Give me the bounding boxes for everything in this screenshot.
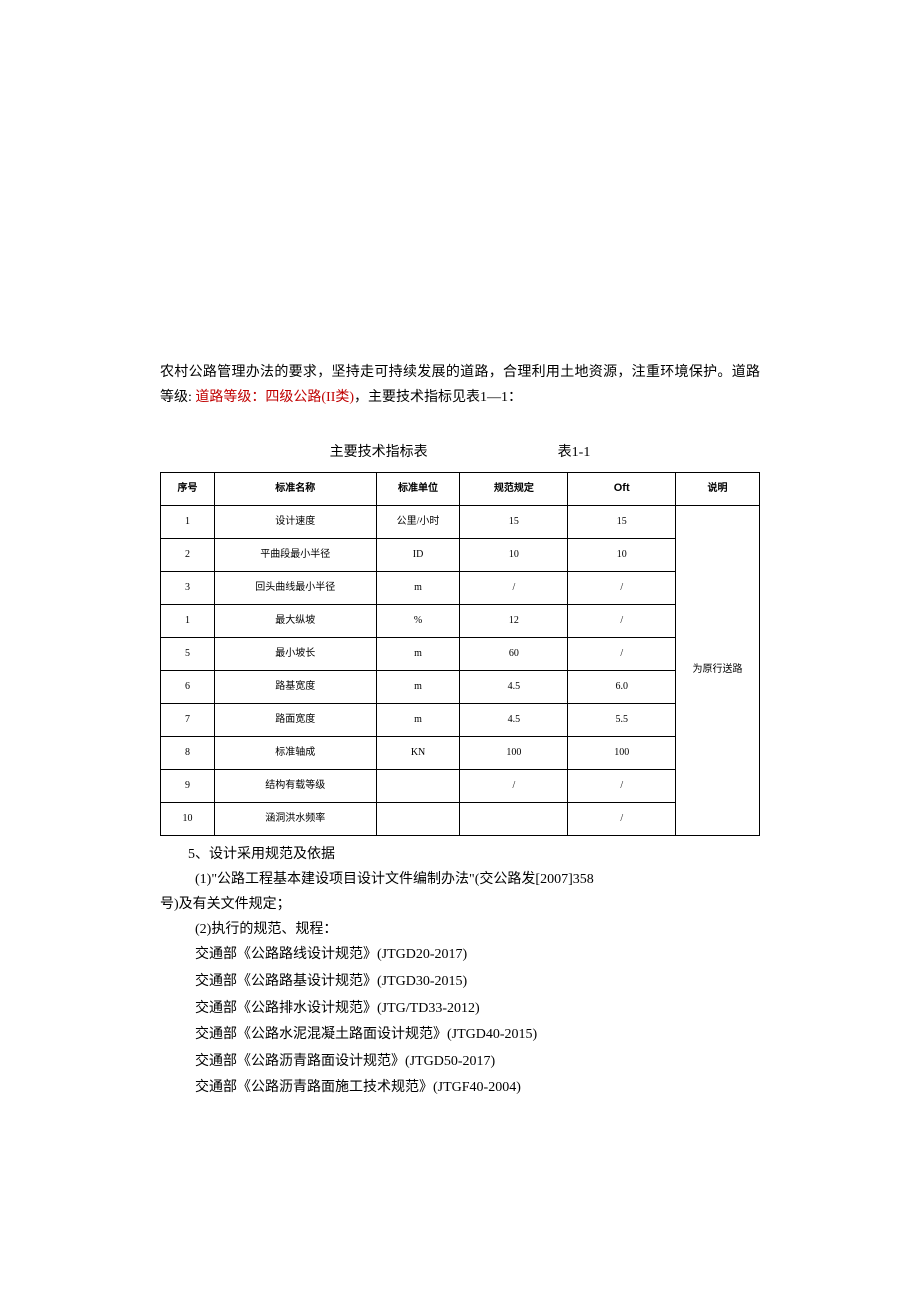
section-5-item2: (2)执行的规范、规程： bbox=[160, 917, 760, 942]
spec-item: 交通部《公路沥青路面施工技术规范》(JTGF40-2004) bbox=[195, 1075, 760, 1102]
table-title: 主要技术指标表 bbox=[330, 440, 428, 465]
cell-name: 最大纵坡 bbox=[214, 604, 376, 637]
th-name: 标准名称 bbox=[214, 472, 376, 505]
cell-unit: KN bbox=[376, 736, 460, 769]
cell-seq: 10 bbox=[161, 802, 215, 835]
cell-oft: / bbox=[568, 604, 676, 637]
intro-part2: ，主要技术指标见表1—1： bbox=[354, 390, 522, 405]
spec-item: 交通部《公路沥青路面设计规范》(JTGD50-2017) bbox=[195, 1049, 760, 1076]
table-row: 1 最大纵坡 % 12 / bbox=[161, 604, 760, 637]
table-number: 表1-1 bbox=[558, 440, 591, 465]
spec-item: 交通部《公路路线设计规范》(JTGD20-2017) bbox=[195, 942, 760, 969]
intro-red-text: 道路等级：四级公路(II类) bbox=[195, 390, 354, 405]
cell-unit bbox=[376, 802, 460, 835]
spec-list: 交通部《公路路线设计规范》(JTGD20-2017) 交通部《公路路基设计规范》… bbox=[160, 942, 760, 1102]
cell-unit bbox=[376, 769, 460, 802]
cell-seq: 1 bbox=[161, 505, 215, 538]
cell-name: 平曲段最小半径 bbox=[214, 538, 376, 571]
cell-name: 路面宽度 bbox=[214, 703, 376, 736]
cell-seq: 1 bbox=[161, 604, 215, 637]
cell-oft: 15 bbox=[568, 505, 676, 538]
cell-oft: 100 bbox=[568, 736, 676, 769]
cell-name: 最小坡长 bbox=[214, 637, 376, 670]
table-row: 5 最小坡长 m 60 / bbox=[161, 637, 760, 670]
cell-note-merged: 为原行送路 bbox=[676, 505, 760, 835]
cell-name: 标准轴成 bbox=[214, 736, 376, 769]
cell-unit: m bbox=[376, 571, 460, 604]
table-row: 7 路面宽度 m 4.5 5.5 bbox=[161, 703, 760, 736]
cell-spec: 60 bbox=[460, 637, 568, 670]
cell-seq: 9 bbox=[161, 769, 215, 802]
cell-oft: / bbox=[568, 802, 676, 835]
th-seq: 序号 bbox=[161, 472, 215, 505]
cell-unit: % bbox=[376, 604, 460, 637]
cell-seq: 8 bbox=[161, 736, 215, 769]
table-row: 2 平曲段最小半径 ID 10 10 bbox=[161, 538, 760, 571]
cell-seq: 2 bbox=[161, 538, 215, 571]
cell-oft: 6.0 bbox=[568, 670, 676, 703]
cell-seq: 5 bbox=[161, 637, 215, 670]
cell-unit: m bbox=[376, 637, 460, 670]
cell-spec: 4.5 bbox=[460, 670, 568, 703]
cell-spec: 15 bbox=[460, 505, 568, 538]
spec-item: 交通部《公路路基设计规范》(JTGD30-2015) bbox=[195, 969, 760, 996]
section-5-title: 5、设计采用规范及依据 bbox=[160, 842, 760, 867]
section-5-item1-line1: (1)"公路工程基本建设项目设计文件编制办法"(交公路发[2007]358 bbox=[160, 867, 760, 892]
cell-unit: m bbox=[376, 670, 460, 703]
section-5-item1-line2: 号)及有关文件规定； bbox=[160, 892, 760, 917]
table-row: 9 结构有载等级 / / bbox=[161, 769, 760, 802]
cell-spec: 12 bbox=[460, 604, 568, 637]
cell-unit: 公里/小时 bbox=[376, 505, 460, 538]
cell-spec: 100 bbox=[460, 736, 568, 769]
th-oft: Oft bbox=[568, 472, 676, 505]
cell-oft: / bbox=[568, 571, 676, 604]
table-row: 8 标准轴成 KN 100 100 bbox=[161, 736, 760, 769]
spec-item: 交通部《公路排水设计规范》(JTG/TD33-2012) bbox=[195, 996, 760, 1023]
cell-spec bbox=[460, 802, 568, 835]
cell-oft: 10 bbox=[568, 538, 676, 571]
cell-seq: 3 bbox=[161, 571, 215, 604]
cell-oft: / bbox=[568, 769, 676, 802]
th-spec: 规范规定 bbox=[460, 472, 568, 505]
table-header-row: 序号 标准名称 标准单位 规范规定 Oft 说明 bbox=[161, 472, 760, 505]
cell-name: 回头曲线最小半径 bbox=[214, 571, 376, 604]
cell-oft: / bbox=[568, 637, 676, 670]
th-note: 说明 bbox=[676, 472, 760, 505]
cell-spec: / bbox=[460, 571, 568, 604]
table-row: 6 路基宽度 m 4.5 6.0 bbox=[161, 670, 760, 703]
table-row: 10 涵洞洪水频率 / bbox=[161, 802, 760, 835]
intro-paragraph: 农村公路管理办法的要求，坚持走可持续发展的道路，合理利用土地资源，注重环境保护。… bbox=[160, 360, 760, 410]
cell-seq: 6 bbox=[161, 670, 215, 703]
cell-spec: 10 bbox=[460, 538, 568, 571]
cell-seq: 7 bbox=[161, 703, 215, 736]
spec-table: 序号 标准名称 标准单位 规范规定 Oft 说明 1 设计速度 公里/小时 15… bbox=[160, 472, 760, 836]
table-title-row: 主要技术指标表 表1-1 bbox=[160, 440, 760, 465]
cell-oft: 5.5 bbox=[568, 703, 676, 736]
cell-unit: m bbox=[376, 703, 460, 736]
cell-spec: / bbox=[460, 769, 568, 802]
cell-name: 路基宽度 bbox=[214, 670, 376, 703]
spec-item: 交通部《公路水泥混凝土路面设计规范》(JTGD40-2015) bbox=[195, 1022, 760, 1049]
cell-name: 设计速度 bbox=[214, 505, 376, 538]
table-row: 1 设计速度 公里/小时 15 15 为原行送路 bbox=[161, 505, 760, 538]
table-row: 3 回头曲线最小半径 m / / bbox=[161, 571, 760, 604]
cell-name: 涵洞洪水频率 bbox=[214, 802, 376, 835]
cell-spec: 4.5 bbox=[460, 703, 568, 736]
th-unit: 标准单位 bbox=[376, 472, 460, 505]
cell-unit: ID bbox=[376, 538, 460, 571]
cell-name: 结构有载等级 bbox=[214, 769, 376, 802]
